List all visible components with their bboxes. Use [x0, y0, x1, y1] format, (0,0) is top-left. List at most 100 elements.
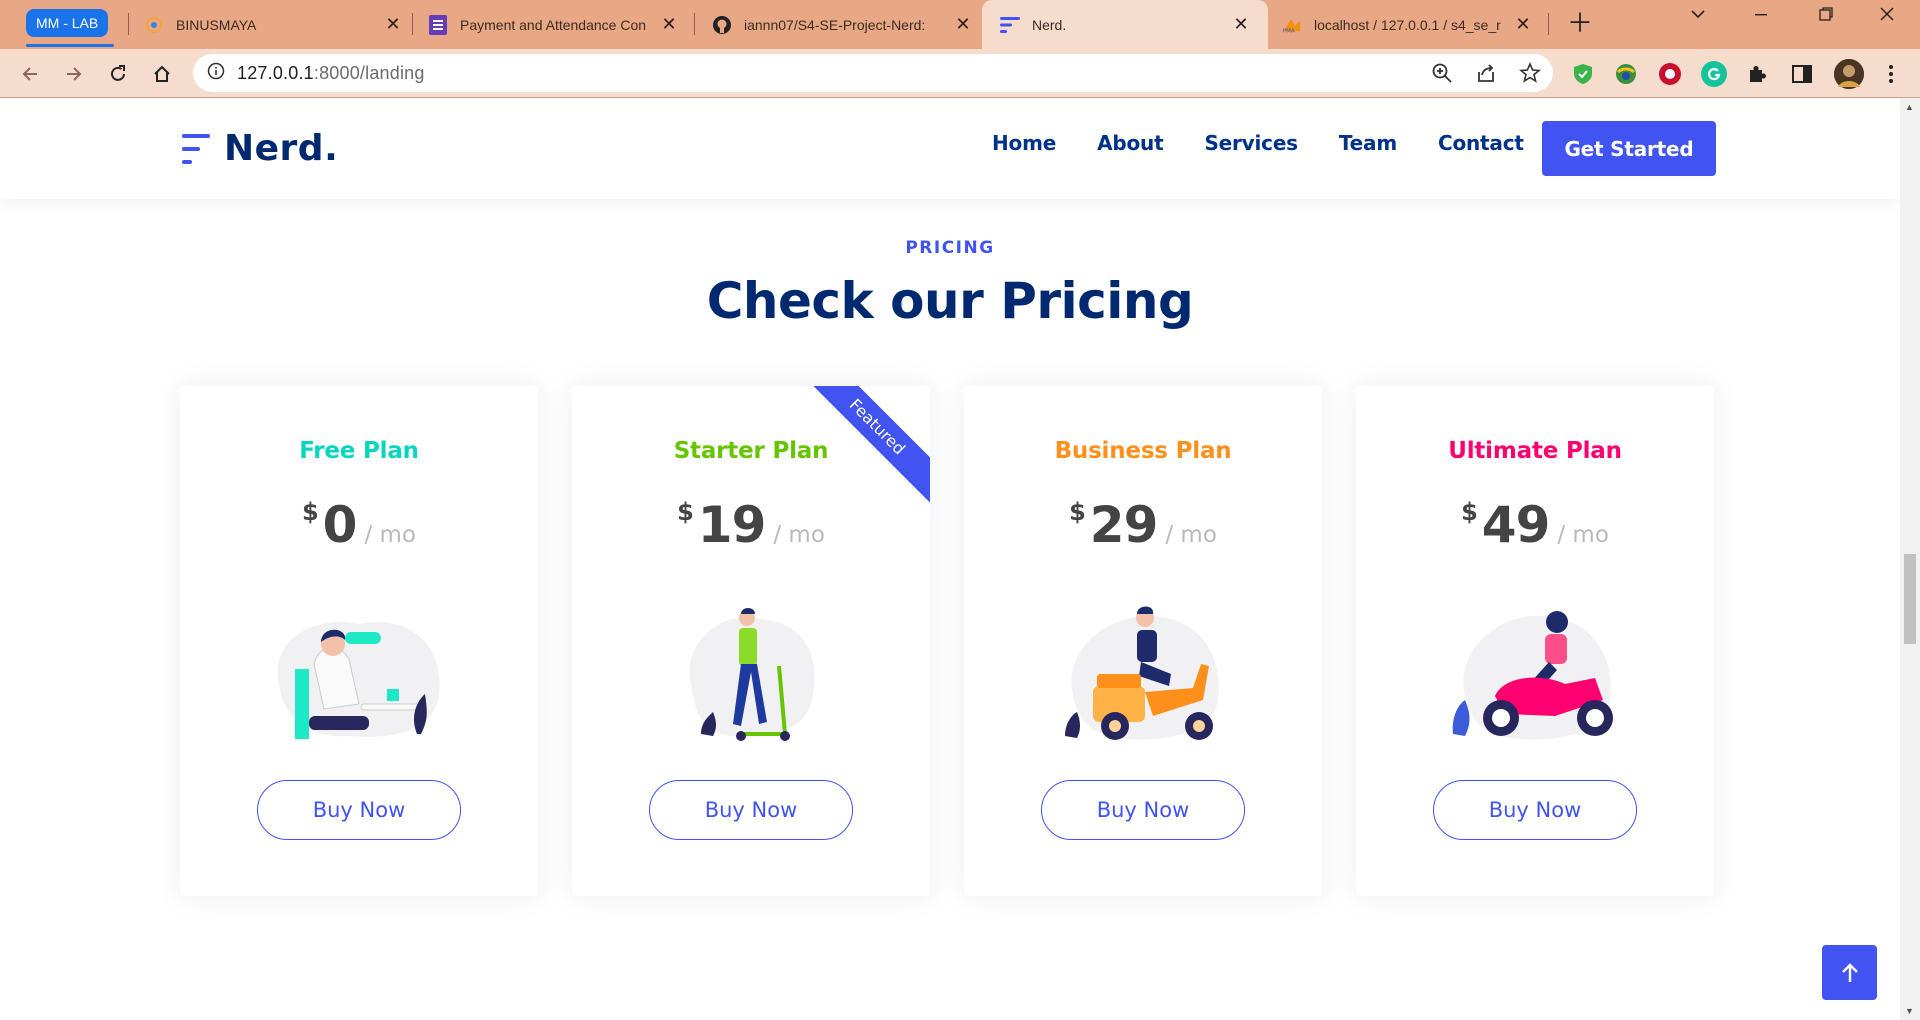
browser-tab-bar: MM - LAB BINUSMAYA ✕ Payment and Attenda…: [0, 0, 1920, 49]
extensions-puzzle-icon[interactable]: [1745, 61, 1771, 87]
ultimate-plan-illustration: [1452, 611, 1613, 740]
page-scrollbar[interactable]: ▲ ▼: [1900, 98, 1920, 1020]
browser-toolbar: 127.0.0.1:8000/landing: [0, 49, 1920, 98]
new-tab-button[interactable]: ＋: [1567, 8, 1593, 38]
close-window-icon[interactable]: [1879, 6, 1895, 27]
nav-services[interactable]: Services: [1204, 131, 1298, 155]
buy-now-button[interactable]: Buy Now: [1041, 780, 1245, 840]
currency-symbol: $: [1461, 498, 1478, 526]
currency-symbol: $: [677, 498, 694, 526]
adblock-extension-icon[interactable]: [1657, 61, 1683, 87]
close-icon[interactable]: ✕: [1514, 14, 1532, 35]
price-amount: 0: [322, 496, 358, 554]
github-icon: [712, 15, 732, 35]
plan-price: $ 49 / mo: [1356, 496, 1714, 554]
plan-name: Starter Plan: [673, 438, 829, 464]
price-amount: 29: [1089, 496, 1159, 554]
tab-search-icon[interactable]: [1690, 6, 1706, 27]
section-eyebrow: PRICING: [905, 238, 995, 258]
plan-price: $ 19 / mo: [572, 496, 930, 554]
share-icon[interactable]: [1475, 62, 1497, 89]
plan-name: Business Plan: [1054, 438, 1232, 464]
nav-about[interactable]: About: [1097, 131, 1164, 155]
minimize-icon[interactable]: [1753, 6, 1769, 27]
price-amount: 49: [1481, 496, 1551, 554]
pricing-card-starter: Featured Starter Plan $ 19 / mo Buy Now: [572, 386, 930, 896]
get-started-button[interactable]: Get Started: [1542, 121, 1716, 176]
close-icon[interactable]: ✕: [660, 14, 678, 35]
brand-name: Nerd.: [224, 128, 339, 169]
tab-github[interactable]: iannn07/S4-SE-Project-Nerd: ✕: [702, 6, 982, 43]
bookmark-star-icon[interactable]: [1518, 61, 1542, 89]
scroll-down-arrow-icon[interactable]: ▼: [1905, 1006, 1914, 1016]
close-icon[interactable]: ✕: [954, 14, 972, 35]
zoom-icon[interactable]: [1431, 62, 1453, 89]
currency-symbol: $: [301, 498, 319, 526]
buy-now-button[interactable]: Buy Now: [257, 780, 461, 840]
price-period: / mo: [773, 522, 825, 548]
pricing-card-business: Business Plan $ 29 / mo Buy Now: [964, 386, 1322, 896]
svg-text:PMA: PMA: [1283, 28, 1295, 34]
side-panel-icon[interactable]: [1789, 61, 1815, 87]
site-header: Nerd. Home About Services Team Contact G…: [0, 98, 1900, 199]
nav-contact[interactable]: Contact: [1438, 131, 1524, 155]
grammarly-icon[interactable]: [1701, 61, 1727, 87]
forms-icon: [428, 14, 448, 35]
main-nav: Home About Services Team Contact: [992, 131, 1565, 155]
globe-extension-icon[interactable]: [1613, 61, 1639, 87]
close-icon[interactable]: ✕: [384, 14, 402, 35]
close-icon[interactable]: ✕: [1232, 14, 1250, 35]
logo-mark-icon: [182, 133, 210, 164]
tab-nerd-active[interactable]: Nerd. ✕: [982, 0, 1268, 49]
price-amount: 19: [697, 496, 767, 554]
plan-price: $ 29 / mo: [964, 496, 1322, 554]
free-plan-illustration: [277, 622, 440, 739]
forward-icon[interactable]: [59, 59, 89, 89]
scroll-up-arrow-icon[interactable]: ▲: [1905, 102, 1914, 112]
arrow-up-icon: [1841, 962, 1858, 982]
url-text: 127.0.0.1:8000/landing: [237, 63, 425, 84]
url-path: :8000/landing: [313, 62, 425, 83]
tab-separator: [412, 13, 413, 35]
price-period: / mo: [1557, 522, 1609, 548]
reload-icon[interactable]: [103, 59, 133, 89]
tab-payment[interactable]: Payment and Attendance Con ✕: [418, 6, 688, 43]
tab-title: localhost / 127.0.0.1 / s4_se_r: [1314, 16, 1501, 33]
buy-now-button[interactable]: Buy Now: [649, 780, 853, 840]
price-period: / mo: [1165, 522, 1217, 548]
tab-group-underline: [26, 44, 114, 47]
plan-price: $ 0 / mo: [180, 496, 538, 554]
plan-name: Free Plan: [299, 438, 419, 464]
address-bar[interactable]: 127.0.0.1:8000/landing: [193, 54, 1553, 92]
buy-now-button[interactable]: Buy Now: [1433, 780, 1637, 840]
home-icon[interactable]: [147, 59, 177, 89]
pricing-card-ultimate: Ultimate Plan $ 49 / mo Buy Now: [1356, 386, 1714, 896]
page-viewport: Nerd. Home About Services Team Contact G…: [0, 98, 1900, 1020]
shield-extension-icon[interactable]: [1570, 61, 1596, 87]
profile-avatar[interactable]: [1834, 59, 1864, 89]
nav-team[interactable]: Team: [1339, 131, 1397, 155]
url-host: 127.0.0.1: [237, 62, 314, 83]
tab-binusmaya[interactable]: BINUSMAYA ✕: [134, 6, 412, 43]
starter-plan-illustration: [689, 608, 815, 741]
pricing-card-free: Free Plan $ 0 / mo Buy Now: [180, 386, 538, 896]
tab-separator: [128, 13, 129, 35]
tab-title: Nerd.: [1032, 16, 1067, 33]
business-plan-illustration: [1065, 606, 1219, 740]
site-info-icon[interactable]: [207, 62, 225, 85]
restore-icon[interactable]: [1818, 6, 1834, 27]
tab-group-label[interactable]: MM - LAB: [26, 9, 109, 37]
back-icon[interactable]: [15, 59, 45, 89]
tab-separator: [694, 13, 695, 35]
tab-title: iannn07/S4-SE-Project-Nerd:: [744, 16, 926, 33]
binusmaya-icon: [144, 15, 164, 35]
browser-menu-icon[interactable]: [1878, 61, 1904, 87]
site-logo[interactable]: Nerd.: [180, 128, 338, 169]
nav-home[interactable]: Home: [992, 131, 1056, 155]
nerd-favicon: [1000, 15, 1020, 35]
price-period: / mo: [364, 522, 417, 548]
scrollbar-thumb[interactable]: [1904, 554, 1916, 644]
phpmyadmin-icon: PMA: [1282, 15, 1302, 35]
back-to-top-button[interactable]: [1822, 945, 1877, 1000]
tab-phpmyadmin[interactable]: PMA localhost / 127.0.0.1 / s4_se_r ✕: [1272, 6, 1542, 43]
